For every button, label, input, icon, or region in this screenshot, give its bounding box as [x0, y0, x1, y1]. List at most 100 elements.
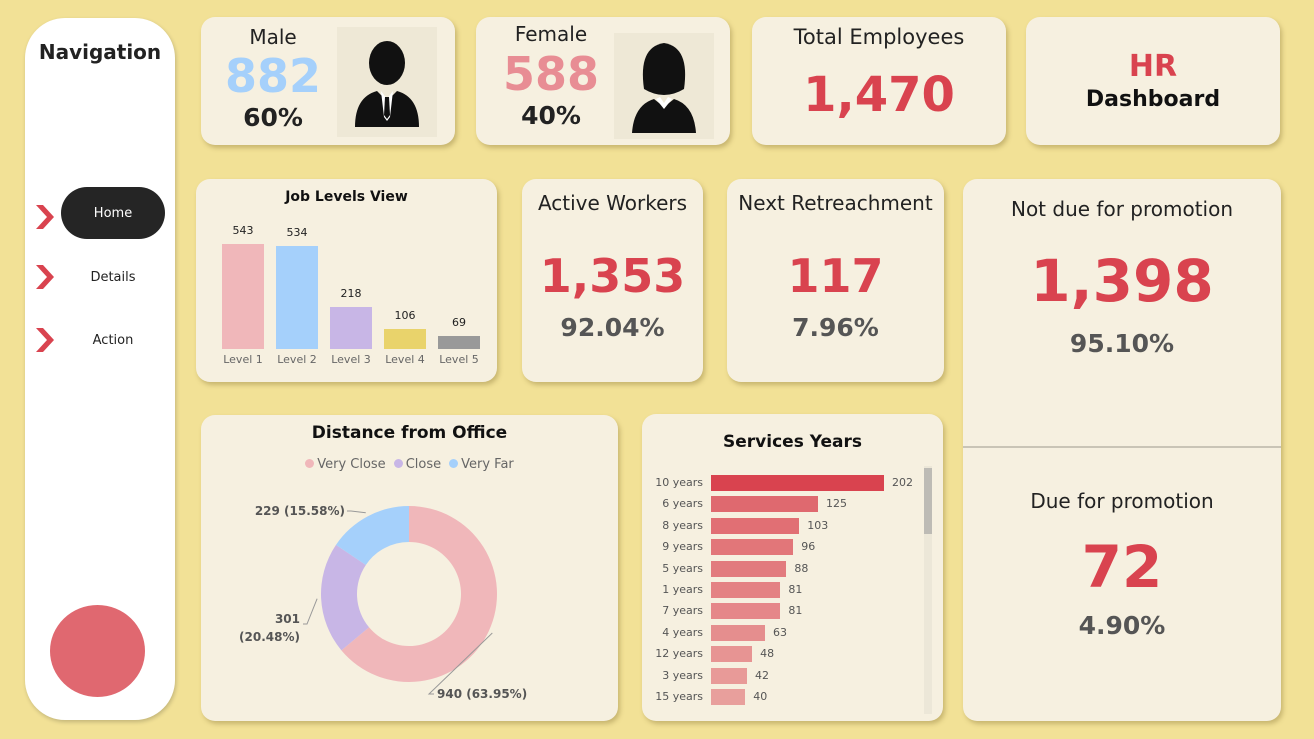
- nav-item-home[interactable]: Home: [61, 187, 165, 239]
- hbar[interactable]: [711, 689, 746, 705]
- service-years-card: Services Years 10 years 202 6 years 125 8 ye…: [642, 414, 943, 721]
- total-employees-card: Total Employees 1,470: [752, 17, 1006, 145]
- hbar-category-label: 10 years: [655, 476, 703, 489]
- hbar-value-label: 42: [754, 668, 769, 682]
- female-label: Female: [514, 22, 588, 46]
- bar[interactable]: [330, 306, 372, 349]
- hbar[interactable]: [711, 667, 747, 684]
- hbar[interactable]: [711, 517, 800, 534]
- hbar[interactable]: [711, 624, 765, 641]
- hbar-category-label: 4 years: [662, 625, 703, 639]
- hbar-value-label: 125: [826, 497, 848, 511]
- bar-value-label: 543: [232, 224, 254, 237]
- active-workers-value: 1,353: [539, 249, 686, 303]
- hbar[interactable]: [711, 560, 787, 577]
- bar[interactable]: [222, 244, 264, 349]
- hbar-value-label: 63: [772, 625, 787, 639]
- hbar[interactable]: [711, 603, 781, 620]
- bar-value-label: 218: [340, 286, 362, 300]
- hbar-category-label: 15 years: [655, 690, 703, 703]
- hbar[interactable]: [711, 539, 794, 556]
- distance-card: Distance from Office Very Close Close Ve…: [201, 415, 618, 721]
- male-card: Male 882 60%: [201, 17, 455, 145]
- active-workers-label: Active Workers: [537, 191, 688, 215]
- hbar-value-label: 81: [788, 604, 803, 618]
- hbar-category-label: 3 years: [662, 668, 703, 682]
- next-retreachment-value: 117: [787, 249, 884, 303]
- hbar[interactable]: [711, 475, 884, 491]
- hbar-value-label: 96: [801, 540, 816, 554]
- not-due-value: 1,398: [1030, 247, 1214, 315]
- nav-item-action[interactable]: Action: [61, 314, 165, 366]
- due-percent: 4.90%: [1078, 611, 1166, 640]
- bar-category-label: Level 5: [439, 353, 479, 366]
- female-card: Female 588 40%: [476, 17, 730, 145]
- hbar-category-label: 7 years: [662, 604, 703, 618]
- not-due-percent: 95.10%: [1069, 329, 1175, 358]
- bar-category-label: Level 2: [277, 353, 317, 366]
- bar[interactable]: [384, 328, 426, 349]
- bar-category-label: Level 3: [331, 353, 371, 366]
- due-label: Due for promotion: [1030, 489, 1214, 513]
- female-user-icon: [632, 43, 696, 133]
- scrollbar-thumb[interactable]: [924, 468, 932, 534]
- donut-data-label: 229 (15.58%): [255, 504, 345, 518]
- hbar[interactable]: [711, 646, 753, 663]
- male-label: Male: [249, 25, 297, 49]
- job-levels-card: Job Levels View 543 Level 1 534 Level 2 218 L…: [196, 179, 497, 382]
- active-workers-percent: 92.04%: [560, 313, 665, 342]
- hbar-category-label: 6 years: [662, 497, 703, 511]
- bar[interactable]: [276, 245, 318, 349]
- nav-item-label: Details: [90, 269, 136, 285]
- hbar[interactable]: [711, 582, 781, 598]
- male-user-icon: [355, 41, 419, 127]
- service-years-title: Services Years: [723, 432, 862, 452]
- hbar-value-label: 202: [892, 476, 913, 489]
- male-percent: 60%: [243, 103, 303, 132]
- job-levels-title: Job Levels View: [285, 189, 408, 205]
- nav-item-label: Home: [93, 205, 133, 221]
- female-count: 588: [502, 47, 600, 101]
- next-retreachment-percent: 7.96%: [792, 313, 879, 342]
- next-retreachment-card: Next Retreachment 117 7.96%: [727, 179, 944, 382]
- brand-card: HR Dashboard: [1026, 17, 1280, 145]
- hbar-category-label: 9 years: [662, 540, 703, 554]
- hbar-value-label: 48: [760, 647, 775, 661]
- chevron-right-icon: [36, 205, 54, 229]
- next-retreachment-label: Next Retreachment: [738, 191, 933, 215]
- female-avatar: [614, 33, 714, 139]
- not-due-label: Not due for promotion: [1010, 197, 1234, 221]
- hbar-value-label: 103: [807, 518, 829, 532]
- nav-item-details[interactable]: Details: [61, 251, 165, 303]
- chevron-right-icon: [36, 265, 54, 289]
- hbar-category-label: 8 years: [662, 518, 703, 532]
- hbar-category-label: 1 years: [662, 583, 703, 596]
- brand-dashboard: Dashboard: [1085, 87, 1221, 112]
- male-avatar: [337, 27, 437, 137]
- profile-circle-button[interactable]: [50, 605, 145, 697]
- female-percent: 40%: [521, 101, 581, 130]
- donut-leader-line: [347, 510, 366, 514]
- total-employees-label: Total Employees: [793, 25, 965, 49]
- brand-hr: HR: [1128, 49, 1178, 84]
- bar-category-label: Level 1: [223, 353, 263, 366]
- total-employees-value: 1,470: [803, 67, 955, 123]
- bar-value-label: 534: [286, 225, 308, 239]
- donut-data-label: (20.48%): [239, 630, 300, 644]
- scrollbar-track[interactable]: [924, 466, 932, 714]
- bar-category-label: Level 4: [385, 353, 425, 366]
- chevron-right-icon: [36, 328, 54, 352]
- hbar-value-label: 40: [753, 690, 768, 703]
- active-workers-card: Active Workers 1,353 92.04%: [522, 179, 703, 382]
- male-count: 882: [224, 49, 322, 103]
- distance-donut-chart: 940 (63.95%) 301 (20.48%) 229 (15.58%): [239, 504, 527, 701]
- bar[interactable]: [438, 335, 480, 349]
- bar-value-label: 106: [394, 308, 416, 322]
- hbar-value-label: 88: [794, 561, 809, 575]
- hbar[interactable]: [711, 496, 819, 513]
- bar-value-label: 69: [452, 315, 466, 329]
- hbar-value-label: 81: [788, 583, 803, 596]
- promotion-card: Not due for promotion 1,398 95.10% Due f…: [963, 179, 1281, 721]
- hbar-category-label: 12 years: [655, 647, 703, 661]
- donut-data-label: 301: [275, 612, 300, 626]
